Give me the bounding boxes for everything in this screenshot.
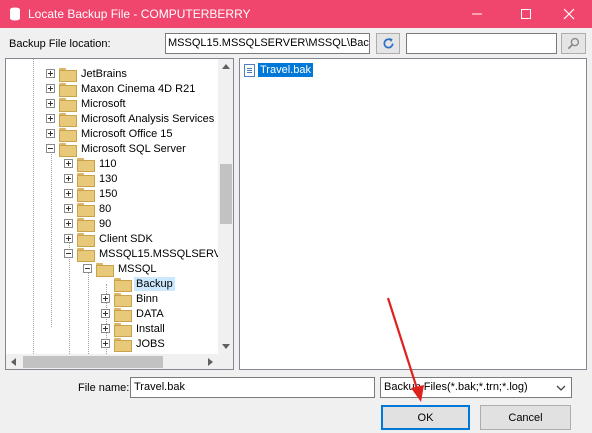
tree-item[interactable]: Microsoft SQL Server xyxy=(46,141,188,157)
folder-icon xyxy=(77,202,95,217)
folder-icon xyxy=(77,247,95,262)
folder-icon xyxy=(59,142,77,157)
tree-item[interactable]: 90 xyxy=(64,216,113,232)
expand-icon[interactable] xyxy=(64,234,73,243)
file-list[interactable]: Travel.bak xyxy=(239,58,587,370)
expand-icon[interactable] xyxy=(46,114,55,123)
file-item-travel-bak[interactable]: Travel.bak xyxy=(244,63,313,77)
ok-button[interactable]: OK xyxy=(381,405,470,430)
tree-item[interactable]: Client SDK xyxy=(64,231,155,247)
window-title: Locate Backup File - COMPUTERBERRY xyxy=(28,7,251,21)
scroll-thumb[interactable] xyxy=(220,164,232,224)
refresh-button[interactable] xyxy=(376,33,400,54)
folder-icon xyxy=(77,217,95,232)
minimize-icon xyxy=(472,13,482,15)
folder-icon xyxy=(114,322,132,337)
file-name-label: File name: xyxy=(78,382,130,394)
minimize-button[interactable] xyxy=(454,0,500,28)
tree-item[interactable]: JOBS xyxy=(101,336,167,352)
folder-tree[interactable]: JetBrains Maxon Cinema 4D R21 Microsoft … xyxy=(5,58,234,370)
maximize-icon xyxy=(521,9,531,19)
collapse-icon[interactable] xyxy=(64,249,73,258)
folder-icon xyxy=(114,292,132,307)
tree-item[interactable]: Binn xyxy=(101,291,160,307)
tree-item[interactable]: MSSQL15.MSSQLSERVER xyxy=(64,246,218,262)
expand-icon[interactable] xyxy=(101,324,110,333)
maximize-button[interactable] xyxy=(503,0,549,28)
tree-item[interactable]: Microsoft Analysis Services xyxy=(46,111,216,127)
expand-icon[interactable] xyxy=(46,84,55,93)
tree-horizontal-scrollbar[interactable] xyxy=(6,354,218,369)
tree-item[interactable]: Microsoft Office 15 xyxy=(46,126,175,142)
search-icon xyxy=(567,37,580,50)
folder-icon xyxy=(77,172,95,187)
folder-icon xyxy=(77,187,95,202)
tree-item-backup[interactable]: Backup xyxy=(101,276,175,292)
folder-icon xyxy=(59,97,77,112)
search-input[interactable] xyxy=(406,33,557,54)
backup-location-label: Backup File location: xyxy=(9,38,111,50)
tree-item[interactable]: 150 xyxy=(64,186,119,202)
title-bar: Locate Backup File - COMPUTERBERRY xyxy=(0,0,592,28)
tree-item[interactable]: 130 xyxy=(64,171,119,187)
expand-icon[interactable] xyxy=(101,339,110,348)
tree-item[interactable]: JetBrains xyxy=(46,66,129,82)
file-type-select[interactable]: Backup Files(*.bak;*.trn;*.log) xyxy=(380,377,572,398)
expand-icon[interactable] xyxy=(64,159,73,168)
refresh-icon xyxy=(383,37,394,49)
expand-icon[interactable] xyxy=(64,204,73,213)
database-icon xyxy=(10,7,20,21)
file-icon xyxy=(244,63,255,77)
scroll-thumb[interactable] xyxy=(23,356,163,368)
folder-icon xyxy=(59,127,77,142)
collapse-icon[interactable] xyxy=(46,144,55,153)
scroll-left-icon[interactable] xyxy=(11,358,16,366)
expand-icon[interactable] xyxy=(101,294,110,303)
tree-item[interactable]: 110 xyxy=(64,156,119,172)
chevron-down-icon xyxy=(556,385,566,391)
collapse-icon[interactable] xyxy=(83,264,92,273)
file-type-value: Backup Files(*.bak;*.trn;*.log) xyxy=(384,381,528,393)
expand-icon[interactable] xyxy=(101,309,110,318)
expand-icon[interactable] xyxy=(64,174,73,183)
folder-icon xyxy=(59,82,77,97)
expand-icon[interactable] xyxy=(64,189,73,198)
folder-icon xyxy=(59,67,77,82)
tree-item[interactable]: Install xyxy=(101,321,167,337)
tree-item[interactable]: Maxon Cinema 4D R21 xyxy=(46,81,197,97)
folder-icon xyxy=(77,157,95,172)
folder-icon xyxy=(114,337,132,352)
tree-vertical-scrollbar[interactable] xyxy=(218,59,233,354)
tree-item[interactable]: MSSQL xyxy=(83,261,159,277)
scroll-down-icon[interactable] xyxy=(222,344,230,349)
expand-icon[interactable] xyxy=(46,129,55,138)
scroll-right-icon[interactable] xyxy=(208,358,213,366)
close-button[interactable] xyxy=(546,0,592,28)
tree-item[interactable]: DATA xyxy=(101,306,166,322)
cancel-button[interactable]: Cancel xyxy=(480,405,571,430)
file-name-input[interactable]: Travel.bak xyxy=(130,377,375,398)
tree-item[interactable]: 80 xyxy=(64,201,113,217)
folder-icon xyxy=(114,277,132,292)
folder-icon xyxy=(59,112,77,127)
search-button[interactable] xyxy=(561,33,586,54)
expand-icon[interactable] xyxy=(46,99,55,108)
backup-location-input[interactable]: MSSQL15.MSSQLSERVER\MSSQL\Backup xyxy=(165,33,370,54)
folder-icon xyxy=(114,307,132,322)
folder-icon xyxy=(96,262,114,277)
folder-icon xyxy=(77,232,95,247)
tree-item[interactable]: Microsoft xyxy=(46,96,128,112)
scroll-up-icon[interactable] xyxy=(222,64,230,69)
close-icon xyxy=(563,8,575,20)
expand-icon[interactable] xyxy=(64,219,73,228)
expand-icon[interactable] xyxy=(46,69,55,78)
